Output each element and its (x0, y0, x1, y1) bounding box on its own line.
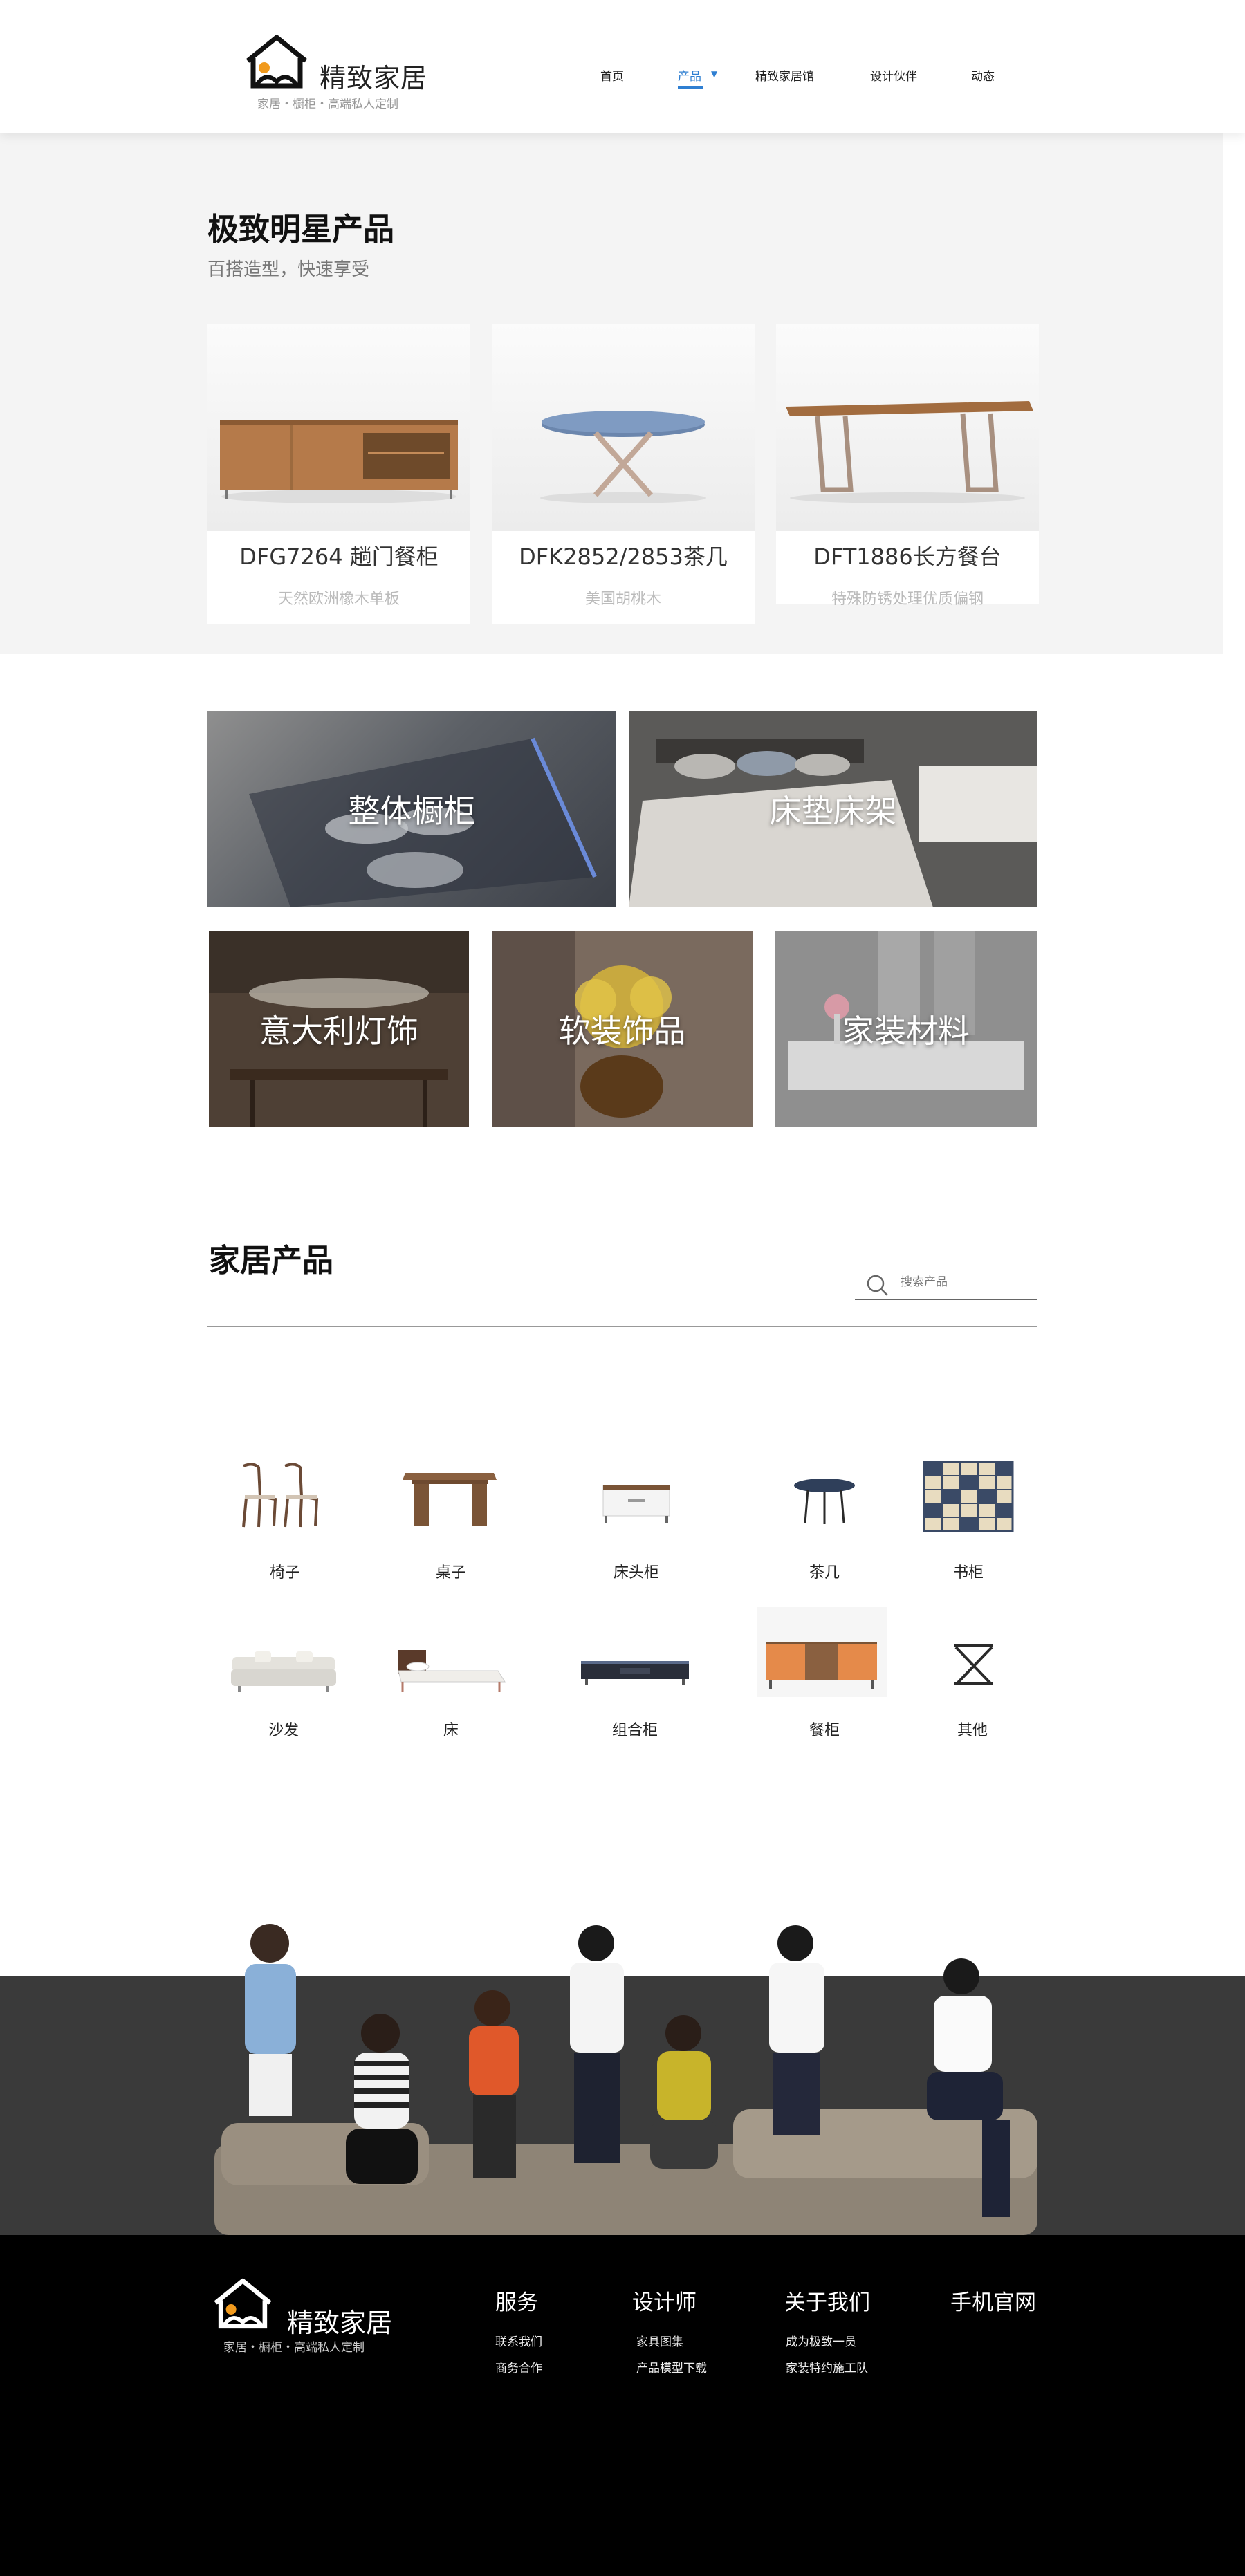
search-input[interactable] (901, 1275, 1032, 1289)
house-logo-icon (246, 35, 308, 89)
footer-brand-name: 精致家居 (287, 2308, 393, 2338)
category-label: 意大利灯饰 (259, 1012, 418, 1050)
footer-brand-tagline: 家居・橱柜・高端私人定制 (223, 2341, 365, 2355)
folding-stool-icon (954, 1644, 993, 1685)
nav-item-partners[interactable]: 设计伙伴 (870, 66, 917, 84)
category-tile-decor[interactable]: 软装饰品 (492, 931, 753, 1127)
divider (208, 1326, 1038, 1327)
product-card-desc: 特殊防锈处理优质偏钢 (831, 591, 984, 608)
product-label: 桌子 (435, 1564, 467, 1582)
product-item-tv-cabinet[interactable] (578, 1651, 692, 1690)
product-item-coffee-table[interactable] (788, 1473, 860, 1530)
product-label: 茶几 (809, 1564, 840, 1582)
footer-link-business[interactable]: 商务合作 (495, 2358, 542, 2375)
footer-column-title: 服务 (495, 2290, 538, 2315)
product-item-sofa[interactable] (228, 1647, 339, 1696)
footer-link-crew[interactable]: 家装特约施工队 (786, 2358, 868, 2375)
dining-table-image (776, 324, 1039, 531)
category-tile-kitchen[interactable]: 整体橱柜 (208, 711, 616, 907)
site-footer: 精致家居 家居・橱柜・高端私人定制 服务 联系我们 商务合作 设计师 家具图集 … (0, 2235, 1245, 2576)
site-header: 精致家居 家居・橱柜・高端私人定制 首页 产品 精致家居馆 设计伙伴 动态 ▼ (0, 0, 1245, 133)
footer-link-contact[interactable]: 联系我们 (495, 2332, 542, 2349)
product-item-chair[interactable] (232, 1459, 336, 1535)
product-card[interactable]: DFK2852/2853茶几 美国胡桃木 (492, 324, 755, 624)
product-label: 床 (443, 1722, 459, 1739)
team-photo (214, 1924, 1038, 2235)
footer-link-gallery[interactable]: 家具图集 (636, 2332, 683, 2349)
category-label: 床垫床架 (769, 793, 897, 830)
sideboard-image (208, 324, 470, 531)
chair-icon (242, 1463, 319, 1528)
tv-cabinet-icon (581, 1661, 689, 1685)
star-products-section: 极致明星产品 百搭造型，快速享受 DFG7264 趟门餐柜 天然欧洲橡木单板 D… (0, 133, 1223, 654)
category-tile-lighting[interactable]: 意大利灯饰 (209, 931, 469, 1127)
coffee-table-image (492, 324, 755, 531)
home-products-title: 家居产品 (209, 1242, 334, 1279)
footer-column-title: 设计师 (632, 2290, 697, 2315)
category-tile-bedroom[interactable]: 床垫床架 (629, 711, 1038, 907)
product-item-sideboard[interactable] (757, 1607, 887, 1697)
search-icon[interactable] (866, 1274, 889, 1297)
product-item-table[interactable] (398, 1463, 502, 1532)
star-products-subtitle: 百搭造型，快速享受 (208, 259, 370, 280)
sideboard-icon (757, 1607, 887, 1697)
page: 精致家居 家居・橱柜・高端私人定制 首页 产品 精致家居馆 设计伙伴 动态 ▼ … (0, 0, 1245, 2576)
brand-name: 精致家居 (320, 63, 428, 93)
footer-link-models[interactable]: 产品模型下载 (636, 2358, 707, 2375)
product-card-name: DFK2852/2853茶几 (519, 544, 728, 570)
bed-icon (398, 1650, 506, 1692)
footer-link-mobile-site[interactable]: 手机官网 (950, 2285, 1036, 2316)
coffee-table-icon (794, 1479, 855, 1524)
house-logo-icon (214, 2278, 272, 2329)
product-item-bookcase[interactable] (921, 1459, 1015, 1534)
product-card-desc: 美国胡桃木 (584, 591, 661, 608)
footer-link-join[interactable]: 成为极致一员 (786, 2332, 856, 2349)
product-label: 书柜 (952, 1564, 984, 1582)
product-label: 其他 (957, 1722, 988, 1739)
product-label: 沙发 (268, 1722, 299, 1739)
bookcase-icon (923, 1461, 1014, 1532)
footer-column-title: 关于我们 (784, 2290, 870, 2315)
nav-item-home[interactable]: 首页 (600, 66, 624, 84)
brand-logo[interactable]: 精致家居 家居・橱柜・高端私人定制 (243, 33, 444, 111)
product-card-name: DFG7264 趟门餐柜 (239, 544, 439, 570)
category-label: 家装材料 (842, 1012, 970, 1050)
star-products-title: 极致明星产品 (208, 211, 395, 248)
product-card-name: DFT1886长方餐台 (813, 544, 1002, 570)
product-label: 餐柜 (809, 1722, 840, 1739)
nightstand-icon (602, 1485, 670, 1523)
product-label: 椅子 (269, 1564, 301, 1582)
caret-down-icon[interactable]: ▼ (711, 69, 717, 79)
category-label: 软装饰品 (558, 1012, 686, 1050)
category-tile-materials[interactable]: 家装材料 (775, 931, 1038, 1127)
nav-item-gallery[interactable]: 精致家居馆 (755, 66, 814, 84)
product-search (855, 1270, 1038, 1300)
nav-item-news[interactable]: 动态 (971, 66, 995, 84)
nav-item-products[interactable]: 产品 (678, 66, 703, 89)
product-card-desc: 天然欧洲橡木单板 (277, 591, 400, 608)
product-label: 组合柜 (611, 1722, 658, 1739)
product-item-other[interactable] (946, 1640, 1002, 1689)
product-item-nightstand[interactable] (588, 1480, 685, 1528)
product-item-bed[interactable] (394, 1643, 508, 1698)
table-icon (403, 1473, 497, 1526)
brand-tagline: 家居・橱柜・高端私人定制 (257, 98, 398, 111)
product-card[interactable]: DFT1886长方餐台 特殊防锈处理优质偏钢 (776, 324, 1039, 608)
product-card[interactable]: DFG7264 趟门餐柜 天然欧洲橡木单板 (208, 324, 470, 624)
product-label: 床头柜 (613, 1564, 660, 1582)
sofa-icon (231, 1651, 336, 1692)
category-label: 整体橱柜 (348, 793, 476, 830)
